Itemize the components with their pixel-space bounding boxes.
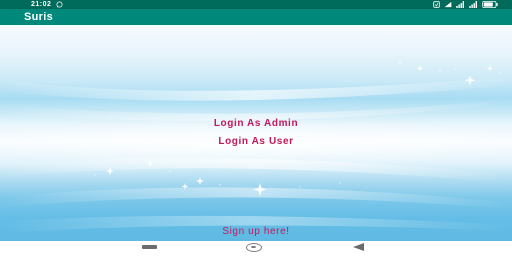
app-bar: Suris xyxy=(0,9,512,25)
main-content: Login As Admin Login As User Sign up her… xyxy=(0,25,512,241)
sign-up-link[interactable]: Sign up here! xyxy=(0,226,512,238)
login-as-admin-link[interactable]: Login As Admin xyxy=(0,118,512,130)
sky-background-image xyxy=(0,62,512,233)
sim-icon xyxy=(444,1,452,8)
home-icon[interactable] xyxy=(246,243,262,252)
back-icon[interactable] xyxy=(353,243,364,251)
system-nav-bar xyxy=(0,241,512,256)
recent-apps-icon[interactable] xyxy=(142,245,157,249)
status-icons xyxy=(433,1,498,8)
battery-icon xyxy=(482,1,498,8)
signal-icon xyxy=(469,1,477,8)
status-bar: 21:02 xyxy=(0,0,512,9)
status-time: 21:02 xyxy=(31,1,52,8)
whatsapp-icon xyxy=(56,1,63,8)
signal-icon xyxy=(456,1,464,8)
login-as-user-link[interactable]: Login As User xyxy=(0,136,512,148)
alarm-icon xyxy=(433,1,440,8)
app-screen: 21:02 Suris Login As Admin Login As User… xyxy=(0,0,512,256)
app-title: Suris xyxy=(24,11,54,23)
